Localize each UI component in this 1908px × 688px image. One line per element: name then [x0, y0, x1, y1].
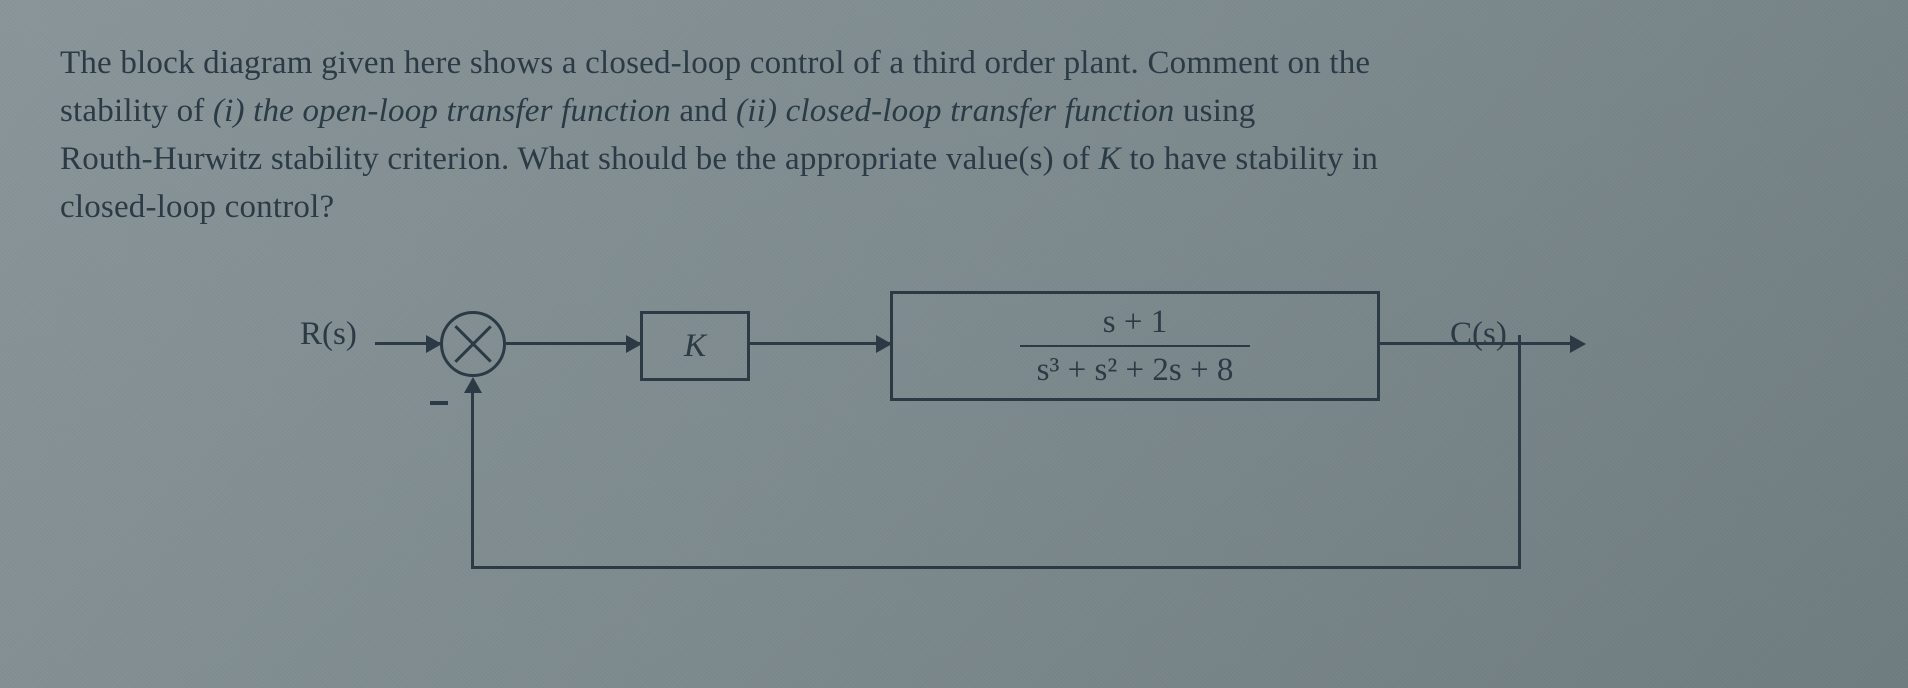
block-diagram: R(s) C(s) K s + 1 s³ + s² + 2s + 8	[260, 281, 1660, 661]
summing-junction	[440, 311, 506, 377]
wire-sum-to-k	[506, 342, 640, 345]
wire-plant-to-output	[1380, 342, 1575, 345]
q-part-ii: (ii) closed-loop transfer function	[736, 93, 1175, 129]
q-using: using	[1183, 93, 1256, 129]
q-part-i: (i) the open-loop transfer function	[213, 93, 671, 129]
tf-denominator: s³ + s² + 2s + 8	[1037, 350, 1234, 388]
feedback-down	[1518, 344, 1521, 569]
q-line3a: Routh-Hurwitz stability criterion. What …	[60, 141, 1099, 177]
arrow-into-sum-bottom	[464, 377, 482, 393]
q-K: K	[1099, 141, 1121, 177]
question-text: The block diagram given here shows a clo…	[60, 40, 1848, 231]
fraction-bar	[1020, 345, 1250, 347]
transfer-function: s + 1 s³ + s² + 2s + 8	[1020, 304, 1250, 389]
q-line3b: to have stability in	[1129, 141, 1378, 177]
plant-block: s + 1 s³ + s² + 2s + 8	[890, 291, 1380, 401]
gain-label: K	[684, 328, 706, 365]
q-line4: closed-loop control?	[60, 189, 334, 225]
q-line1: The block diagram given here shows a clo…	[60, 45, 1370, 81]
tf-numerator: s + 1	[1103, 304, 1167, 342]
arrow-output	[1570, 335, 1586, 353]
q-line2a: stability of	[60, 93, 213, 129]
output-label: C(s)	[1450, 316, 1507, 353]
feedback-up	[471, 391, 474, 569]
minus-sign	[430, 401, 448, 405]
input-label: R(s)	[300, 316, 357, 353]
gain-block: K	[640, 311, 750, 381]
q-and: and	[679, 93, 736, 129]
wire-k-to-plant	[750, 342, 890, 345]
feedback-bottom	[471, 566, 1521, 569]
